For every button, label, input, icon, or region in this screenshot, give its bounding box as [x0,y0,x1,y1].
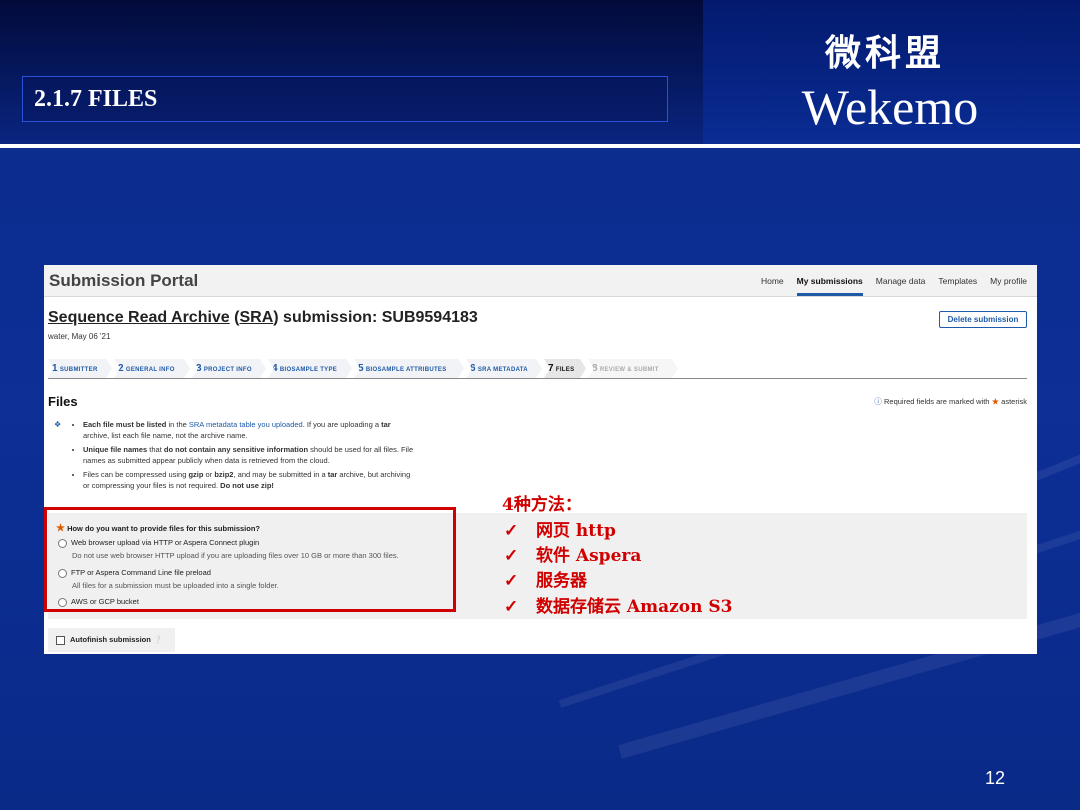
bullet-bold: do not contain any sensitive information [163,445,309,454]
bullet-bold: Do not use zip! [220,481,274,490]
bullet-text: archive, list each file name, not the ar… [83,431,248,440]
step-number: 5 [358,363,364,374]
check-icon: ✓ [504,546,519,566]
step-number: 1 [52,363,58,374]
delete-submission-button[interactable]: Delete submission [939,311,1027,328]
check-icon: ✓ [504,597,519,617]
section-title: 2.1.7 FILES [34,86,158,112]
step-number: 8 [592,363,598,374]
step-project-info[interactable]: 3 PROJECT INFO [192,359,266,378]
method-item: ✓ 数据存储云 Amazon S3 [504,592,733,617]
step-label: REVIEW & SUBMIT [599,367,659,373]
list-item: Files can be compressed using gzip or bz… [83,469,454,491]
highlight-box [44,507,456,612]
required-star-icon: ★ [991,397,1000,406]
step-label: BIOSAMPLE ATTRIBUTES [365,367,447,373]
step-label: GENERAL INFO [125,367,175,373]
brand-english-logo: Wekemo [801,79,979,135]
method-item: ✓ 软件 Aspera [504,541,641,566]
portal-title: Submission Portal [49,271,199,290]
bullet-bold: tar [381,420,391,429]
step-biosample-type[interactable]: 4 BIOSAMPLE TYPE [268,359,352,378]
header-divider [0,144,1080,148]
step-sra-metadata[interactable]: 6 SRA METADATA [466,359,542,378]
step-number: 4 [272,363,278,374]
step-number: 2 [118,363,124,374]
submission-id: ) submission: SUB9594183 [273,309,478,326]
nav-home[interactable]: Home [761,265,784,297]
bullet-text: . If you are uploading a [302,420,382,429]
brand-chinese-logo: 微科盟 [824,33,945,74]
bullet-text: , and may be submitted in a [233,470,328,479]
bullet-bold: bzip2 [214,470,234,479]
step-review-submit: 8 REVIEW & SUBMIT [588,359,678,378]
portal-nav: Home My submissions Manage data Template… [761,265,1027,297]
method-label: 服务器 [536,571,587,591]
method-label: 数据存储云 Amazon S3 [536,597,733,617]
nav-templates[interactable]: Templates [938,265,977,297]
bullet-text: should be used for all files. File [308,445,414,454]
info-circle-icon: ⓘ [874,397,882,406]
step-number: 6 [470,363,476,374]
help-icon[interactable]: ❔ [153,635,162,644]
autofinish-checkbox[interactable]: Autofinish submission ❔ [48,628,175,652]
bullet-bold: Each file must be listed [83,420,167,429]
required-note-tail: asterisk [1001,397,1027,406]
files-heading: Files [48,394,78,409]
file-guidelines: Each file must be listed in the SRA meta… [74,419,454,494]
step-label: BIOSAMPLE TYPE [279,367,338,373]
bullet-bold: gzip [188,470,204,479]
nav-manage-data[interactable]: Manage data [876,265,926,297]
method-label: 软件 Aspera [536,546,642,566]
bullet-bold: Unique file names [83,445,148,454]
check-icon: ✓ [504,521,519,541]
wizard-steps: 1 SUBMITTER 2 GENERAL INFO 3 PROJECT INFO 4… [48,359,1027,379]
nav-my-submissions[interactable]: My submissions [796,265,863,297]
step-label: FILES [555,367,575,373]
step-number: 7 [548,363,554,374]
bullet-text: archive, but archiving [337,470,411,479]
method-item: ✓ 服务器 [504,566,587,591]
step-biosample-attributes[interactable]: 5 BIOSAMPLE ATTRIBUTES [354,359,464,378]
step-files[interactable]: 7 FILES [544,359,586,378]
bullet-text: Files can be compressed using [83,470,189,479]
step-label: SRA METADATA [477,367,528,373]
method-item: ✓ 网页 http [504,516,616,541]
step-label: SUBMITTER [59,367,98,373]
required-fields-note: ⓘ Required fields are marked with ★ aste… [874,396,1027,407]
list-item: Unique file names that do not contain an… [83,444,454,466]
bullet-bold: tar [327,470,338,479]
submission-title: Sequence Read Archive (SRA) submission: … [48,309,478,327]
bullet-text: in the [166,420,189,429]
list-item: Each file must be listed in the SRA meta… [83,419,454,441]
info-icon: ❖ [54,420,62,429]
bullet-text: names as submitted appear publicly when … [83,456,330,465]
step-general-info[interactable]: 2 GENERAL INFO [114,359,190,378]
bullet-text: or [203,470,215,479]
check-icon: ✓ [504,571,519,591]
step-label: PROJECT INFO [203,367,252,373]
checkbox-icon[interactable] [56,635,65,645]
step-submitter[interactable]: 1 SUBMITTER [48,359,112,378]
step-number: 3 [196,363,202,374]
required-note-text: Required fields are marked with [884,397,990,406]
submission-meta: water, May 06 '21 [48,332,111,341]
nav-my-profile[interactable]: My profile [990,265,1027,297]
portal-header: Submission Portal Home My submissions Ma… [44,265,1037,297]
sra-abbrev-link[interactable]: SRA [239,309,273,326]
bullet-text: or compressing your files is not require… [83,481,221,490]
metadata-table-link[interactable]: SRA metadata table you uploaded [189,420,303,429]
method-label: 网页 http [536,521,616,541]
sra-link[interactable]: Sequence Read Archive [48,309,230,326]
autofinish-label: Autofinish submission [70,635,151,644]
bullet-text: that [147,445,164,454]
page-number: 12 [985,768,1006,788]
methods-title: 4种方法： [502,495,582,515]
